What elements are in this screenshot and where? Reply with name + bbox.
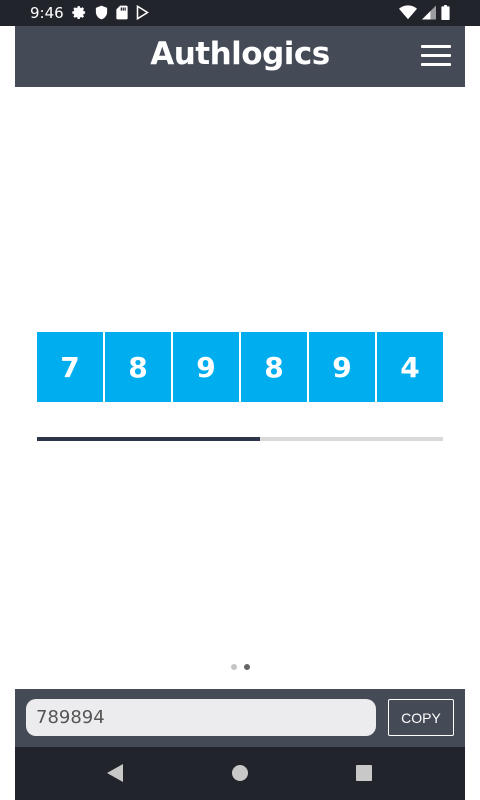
wifi-icon xyxy=(399,5,417,20)
otp-digit: 7 xyxy=(37,332,103,402)
pager-dot[interactable] xyxy=(243,664,250,670)
home-icon[interactable] xyxy=(231,764,249,782)
menu-line xyxy=(421,45,451,48)
back-icon[interactable] xyxy=(106,763,124,783)
app-header: Authlogics xyxy=(15,26,465,87)
play-store-icon xyxy=(136,5,149,20)
otp-timer-progress xyxy=(37,437,443,441)
status-bar: 9:46 xyxy=(0,0,480,26)
status-icons-left xyxy=(72,5,149,20)
system-nav-bar xyxy=(15,747,465,800)
otp-digit: 4 xyxy=(377,332,443,402)
otp-digit: 9 xyxy=(173,332,239,402)
status-time: 9:46 xyxy=(30,4,64,22)
otp-content: 7 8 9 8 9 4 xyxy=(15,87,465,689)
authlogics-logo: Authlogics xyxy=(150,36,330,72)
battery-icon xyxy=(441,5,450,20)
hamburger-menu-icon[interactable] xyxy=(421,45,451,67)
signal-icon xyxy=(422,5,436,20)
pager-dots xyxy=(15,664,465,670)
menu-line xyxy=(421,54,451,57)
otp-digit: 8 xyxy=(105,332,171,402)
otp-digit: 8 xyxy=(241,332,307,402)
copy-button[interactable]: COPY xyxy=(388,699,454,736)
otp-code-display: 7 8 9 8 9 4 xyxy=(37,332,443,402)
otp-digit: 9 xyxy=(309,332,375,402)
menu-line xyxy=(421,63,451,66)
gear-icon xyxy=(72,6,86,19)
status-icons-right xyxy=(399,5,450,20)
otp-code-field[interactable] xyxy=(26,699,376,736)
shield-icon xyxy=(95,5,108,20)
sd-card-icon xyxy=(116,5,128,20)
recents-icon[interactable] xyxy=(356,765,372,781)
otp-timer-progress-fill xyxy=(37,437,261,441)
code-bar: COPY xyxy=(15,689,465,747)
pager-dot[interactable] xyxy=(230,664,237,670)
